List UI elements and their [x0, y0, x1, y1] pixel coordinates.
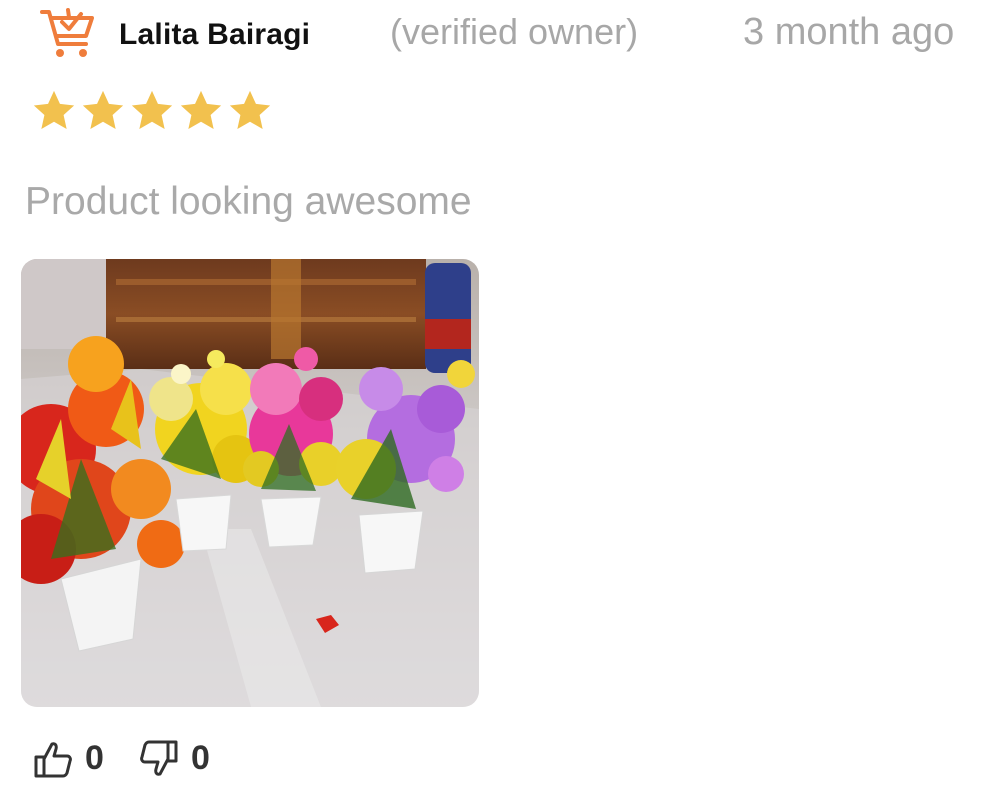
thumbs-up-icon	[34, 742, 72, 778]
reviewer-name: Lalita Bairagi	[119, 18, 311, 51]
cart-check-icon	[40, 8, 94, 57]
star-icon	[33, 90, 75, 130]
like-count: 0	[85, 739, 104, 777]
star-icon	[229, 90, 271, 130]
review-card: Lalita Bairagi (verified owner) 3 month …	[0, 0, 1000, 800]
like-button[interactable]: 0	[33, 737, 113, 783]
review-comment: Product looking awesome	[25, 180, 472, 223]
dislike-button[interactable]: 0	[137, 737, 217, 783]
review-header: Lalita Bairagi (verified owner) 3 month …	[0, 0, 1000, 70]
star-icon	[131, 90, 173, 130]
review-photo[interactable]	[21, 259, 479, 707]
star-icon	[180, 90, 222, 130]
verified-owner-label: (verified owner)	[390, 11, 639, 52]
review-photo-image	[21, 259, 479, 707]
thumbs-down-icon	[140, 740, 178, 776]
star-rating	[31, 88, 273, 136]
dislike-count: 0	[191, 739, 210, 777]
star-icon	[82, 90, 124, 130]
review-timestamp: 3 month ago	[743, 11, 955, 53]
